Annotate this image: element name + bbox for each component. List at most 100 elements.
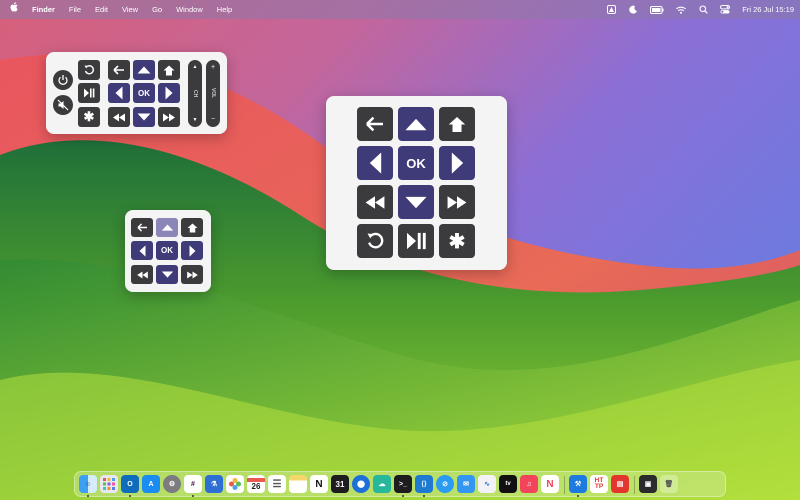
- slack-icon[interactable]: #: [184, 475, 202, 493]
- news-icon[interactable]: N: [541, 475, 559, 493]
- right-button[interactable]: [181, 241, 203, 260]
- volume-up-label[interactable]: +: [211, 64, 215, 71]
- left-arrow-icon: [139, 244, 145, 257]
- terminal-icon[interactable]: >_: [394, 475, 412, 493]
- power-button[interactable]: [53, 70, 73, 90]
- reminders-icon[interactable]: ☰: [268, 475, 286, 493]
- maps-pin-icon[interactable]: ⬤: [352, 475, 370, 493]
- menu-view[interactable]: View: [122, 0, 138, 19]
- menu-go[interactable]: Go: [152, 0, 162, 19]
- up-arrow-icon: [405, 118, 427, 130]
- left-arrow-icon: [369, 152, 381, 174]
- home-button[interactable]: [158, 60, 180, 80]
- wifi-icon[interactable]: [676, 5, 687, 15]
- copilot-icon[interactable]: ☁: [373, 475, 391, 493]
- safari-icon[interactable]: ⊘: [436, 475, 454, 493]
- rewind-button[interactable]: [357, 185, 393, 219]
- left-button[interactable]: [357, 146, 393, 180]
- volume-down-label[interactable]: −: [211, 116, 215, 123]
- fast-forward-button[interactable]: [181, 265, 203, 284]
- trash-icon[interactable]: 🗑: [660, 475, 678, 493]
- xcode-icon[interactable]: ⚒: [569, 475, 587, 493]
- running-indicator: [87, 495, 89, 497]
- channel-label: CH: [192, 89, 198, 98]
- mail-icon[interactable]: ✉: [457, 475, 475, 493]
- home-button[interactable]: [181, 218, 203, 237]
- replay-icon: [367, 232, 384, 249]
- vscode-icon[interactable]: ⟨⟩: [415, 475, 433, 493]
- play-pause-button[interactable]: [398, 224, 434, 258]
- channel-up-icon[interactable]: ▲: [193, 64, 198, 70]
- down-button[interactable]: [133, 107, 155, 127]
- play-pause-icon: [84, 88, 95, 98]
- down-button[interactable]: [398, 185, 434, 219]
- outlook-icon[interactable]: O: [121, 475, 139, 493]
- ok-button[interactable]: OK: [398, 146, 434, 180]
- activity-monitor-icon[interactable]: ∿: [478, 475, 496, 493]
- music-icon[interactable]: ♫: [520, 475, 538, 493]
- photos-icon[interactable]: [226, 475, 244, 493]
- ok-button[interactable]: OK: [133, 83, 155, 103]
- notion-icon[interactable]: N: [310, 475, 328, 493]
- apple-tv-icon[interactable]: tv: [499, 475, 517, 493]
- battery-icon[interactable]: [650, 5, 664, 15]
- replay-button[interactable]: [357, 224, 393, 258]
- contrast-icon[interactable]: [606, 5, 616, 15]
- right-arrow-icon: [189, 244, 195, 257]
- channel-rocker[interactable]: ▲ CH ▼: [188, 60, 202, 127]
- replay-icon: [84, 65, 94, 75]
- home-icon: [187, 222, 197, 233]
- right-button[interactable]: [158, 83, 180, 103]
- up-button[interactable]: [156, 218, 178, 237]
- left-button[interactable]: [108, 83, 130, 103]
- back-button[interactable]: [108, 60, 130, 80]
- up-button[interactable]: [133, 60, 155, 80]
- http-toolkit-icon[interactable]: HT TP: [590, 475, 608, 493]
- calendar-day-small: 31: [335, 479, 345, 489]
- apple-menu-icon[interactable]: [10, 0, 18, 19]
- calendar-icon[interactable]: 26: [247, 475, 265, 493]
- ok-button[interactable]: OK: [156, 241, 178, 260]
- rewind-icon: [136, 270, 148, 279]
- photo-viewer-icon[interactable]: ▣: [639, 475, 657, 493]
- down-button[interactable]: [156, 265, 178, 284]
- left-button[interactable]: [131, 241, 153, 260]
- control-center-icon[interactable]: [720, 5, 731, 15]
- channel-down-icon[interactable]: ▼: [193, 117, 198, 123]
- launchpad-icon[interactable]: [100, 475, 118, 493]
- moon-icon[interactable]: [628, 5, 638, 15]
- asterisk-button[interactable]: ✱: [78, 107, 100, 127]
- menu-edit[interactable]: Edit: [95, 0, 108, 19]
- app-name-menu[interactable]: Finder: [32, 0, 55, 19]
- server-icon[interactable]: ▤: [611, 475, 629, 493]
- menu-window[interactable]: Window: [176, 0, 203, 19]
- play-pause-button[interactable]: [78, 83, 100, 103]
- calendar-31-icon[interactable]: 31: [331, 475, 349, 493]
- menubar-clock[interactable]: Fri 26 Jul 15:19: [742, 0, 794, 19]
- volume-label: VOL: [210, 88, 216, 99]
- right-button[interactable]: [439, 146, 475, 180]
- fast-forward-button[interactable]: [439, 185, 475, 219]
- asterisk-button[interactable]: ✱: [439, 224, 475, 258]
- system-settings-icon[interactable]: ⚙: [163, 475, 181, 493]
- menu-help[interactable]: Help: [217, 0, 232, 19]
- back-button[interactable]: [357, 107, 393, 141]
- menu-file[interactable]: File: [69, 0, 81, 19]
- home-button[interactable]: [439, 107, 475, 141]
- fast-forward-icon: [447, 195, 467, 209]
- back-button[interactable]: [131, 218, 153, 237]
- instruments-icon[interactable]: ⚗: [205, 475, 223, 493]
- remote-full-panel: ✱ OK ▲ CH ▼ + VOL −: [46, 52, 227, 134]
- rewind-button[interactable]: [108, 107, 130, 127]
- app-store-icon[interactable]: A: [142, 475, 160, 493]
- fast-forward-button[interactable]: [158, 107, 180, 127]
- up-button[interactable]: [398, 107, 434, 141]
- down-arrow-icon: [405, 196, 427, 208]
- search-icon[interactable]: [698, 5, 708, 15]
- volume-rocker[interactable]: + VOL −: [206, 60, 220, 127]
- mute-button[interactable]: [53, 95, 73, 115]
- notes-icon[interactable]: [289, 475, 307, 493]
- replay-button[interactable]: [78, 60, 100, 80]
- rewind-button[interactable]: [131, 265, 153, 284]
- finder-icon[interactable]: ☺: [79, 475, 97, 493]
